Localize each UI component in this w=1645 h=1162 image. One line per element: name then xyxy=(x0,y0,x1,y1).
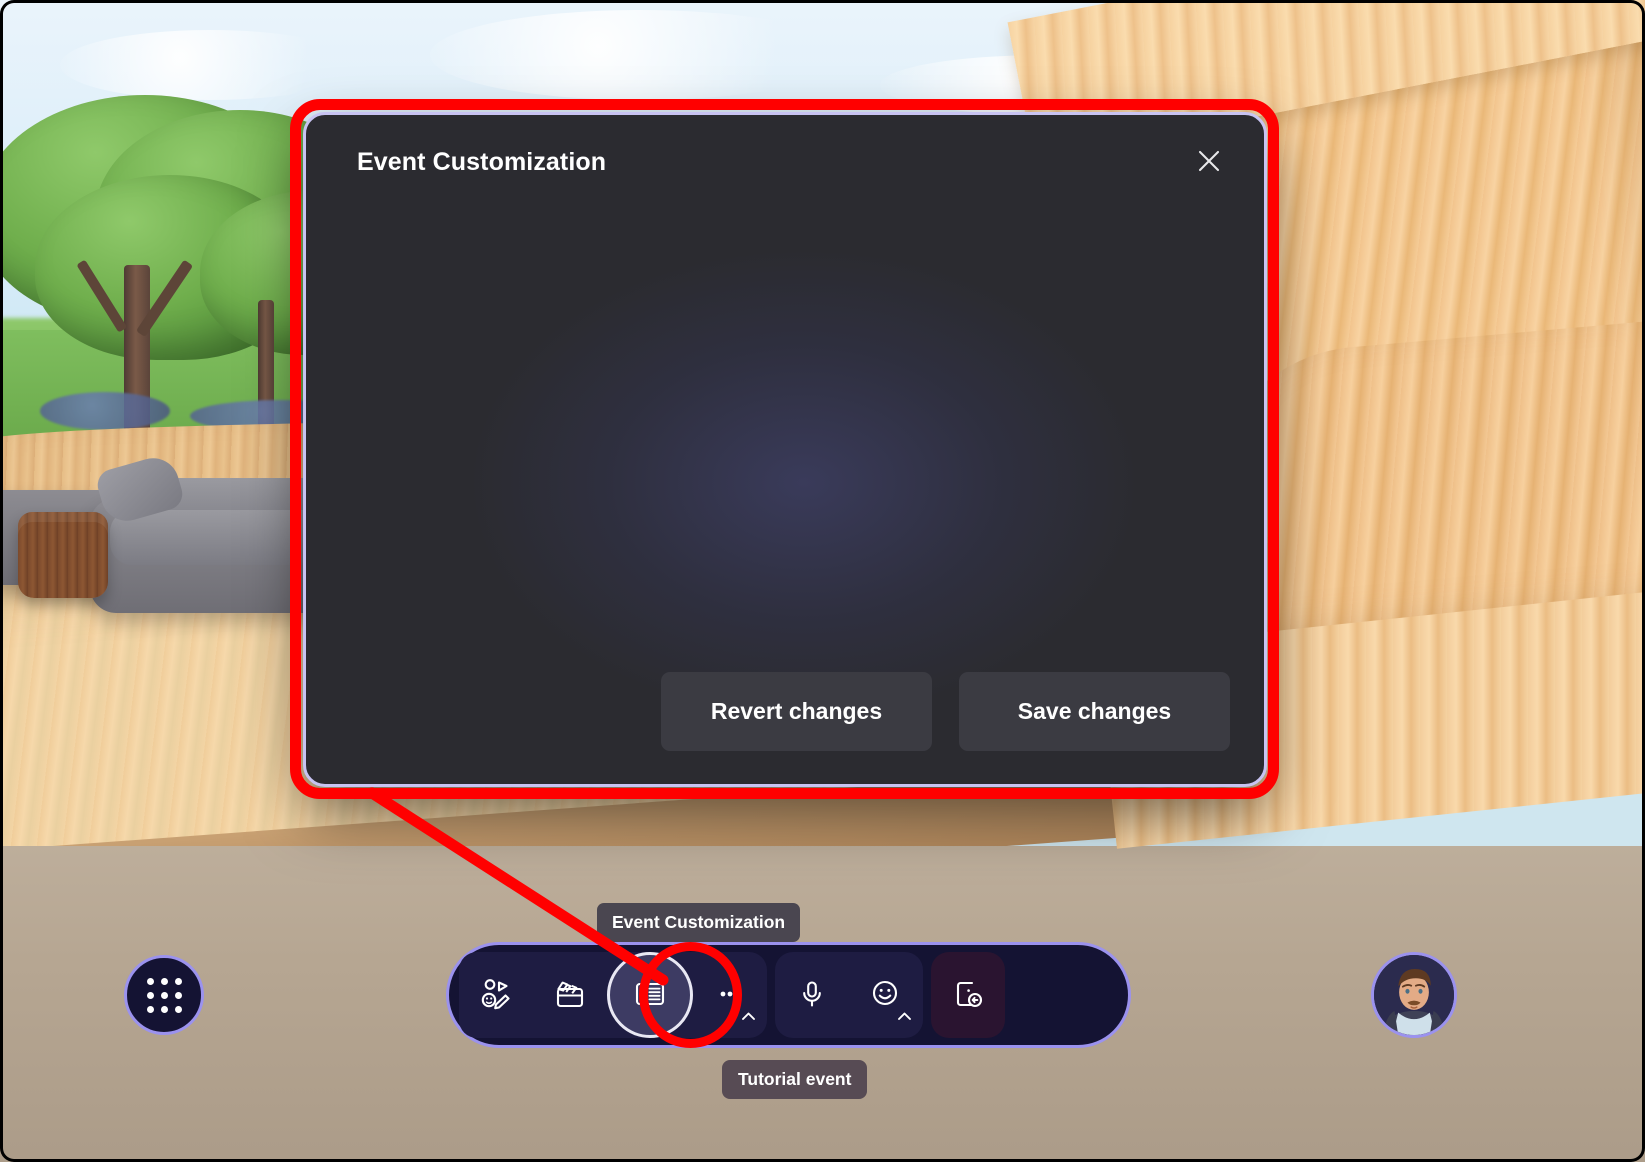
shrub xyxy=(40,392,170,430)
clapperboard-icon xyxy=(552,976,588,1015)
close-icon xyxy=(1195,147,1223,178)
toolbar-group-left xyxy=(459,952,767,1038)
wooden-stool xyxy=(18,512,108,598)
leave-door-icon xyxy=(950,976,986,1015)
toolbar-group-leave xyxy=(931,952,1005,1038)
microphone-icon xyxy=(794,976,830,1015)
event-customization-dialog: Event Customization Revert changes Save … xyxy=(303,112,1267,787)
revert-changes-button[interactable]: Revert changes xyxy=(661,671,932,751)
more-options-button[interactable] xyxy=(693,952,767,1038)
reactions-button[interactable] xyxy=(849,952,923,1038)
dialog-header: Event Customization xyxy=(309,118,1261,206)
chevron-up-icon xyxy=(897,1009,912,1024)
close-button[interactable] xyxy=(1187,140,1231,184)
dialog-content-area xyxy=(309,206,1261,641)
chevron-up-icon xyxy=(741,1009,756,1024)
cloud xyxy=(430,10,850,100)
event-customization-button[interactable] xyxy=(607,952,693,1038)
apps-grid-button[interactable] xyxy=(124,955,204,1035)
dialog-surface: Event Customization Revert changes Save … xyxy=(309,118,1261,781)
event-panel-icon xyxy=(632,976,668,1015)
media-clip-button[interactable] xyxy=(533,952,607,1038)
avatar-paint-icon xyxy=(478,976,514,1015)
user-avatar[interactable] xyxy=(1371,952,1457,1038)
save-changes-button[interactable]: Save changes xyxy=(959,671,1230,751)
customize-avatar-button[interactable] xyxy=(459,952,533,1038)
meeting-toolbar xyxy=(446,942,1131,1048)
toolbar-tooltip: Event Customization xyxy=(597,903,801,942)
dialog-footer: Revert changes Save changes xyxy=(309,641,1261,781)
leave-button[interactable] xyxy=(931,952,1005,1038)
page-title: Event Customization xyxy=(357,147,607,176)
toolbar-group-mic-reactions xyxy=(775,952,923,1038)
status-badge: Tutorial event xyxy=(722,1060,868,1099)
microphone-button[interactable] xyxy=(775,952,849,1038)
grid-dots-icon xyxy=(146,977,182,1013)
cloud xyxy=(60,30,360,100)
